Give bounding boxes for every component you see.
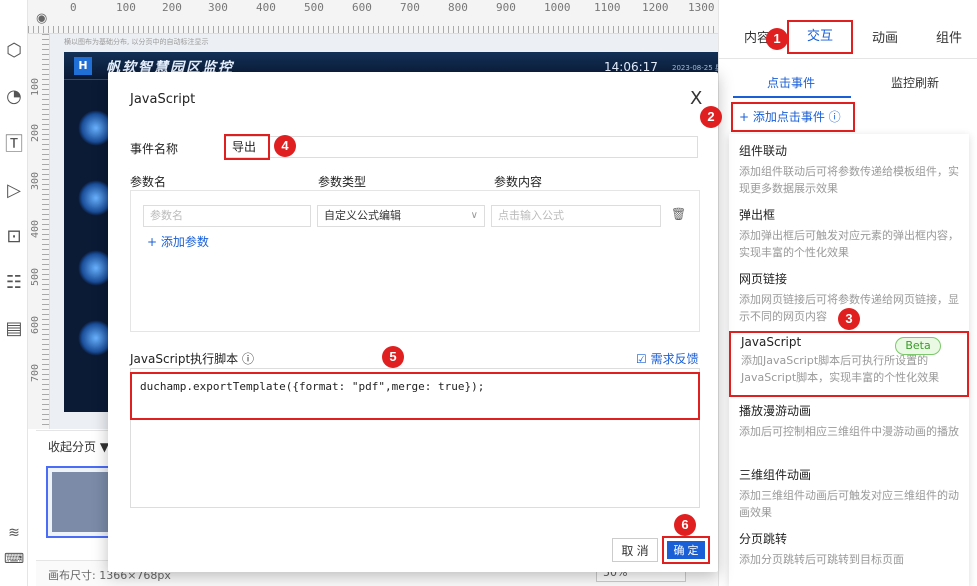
- step-marker-1: 1: [766, 28, 788, 50]
- keyboard-icon[interactable]: ⌨: [3, 548, 25, 570]
- collapse-pages-toggle[interactable]: 收起分页 ▼: [48, 438, 109, 455]
- menu-item-component-linkage[interactable]: 组件联动 添加组件联动后可将参数传递给模板组件，实现更多数据展示效果: [729, 142, 969, 197]
- param-content-input[interactable]: 点击输入公式: [491, 205, 661, 227]
- chevron-down-icon: ∨: [470, 210, 478, 221]
- inbox-icon[interactable]: ⊡: [3, 226, 25, 248]
- tab-interaction[interactable]: 交互: [787, 20, 853, 54]
- chart-pie-icon[interactable]: ◔: [3, 86, 25, 108]
- ruler-label: 800: [448, 1, 468, 14]
- event-type-menu: 组件联动 添加组件联动后可将参数传递给模板组件，实现更多数据展示效果 弹出框 添…: [729, 134, 969, 586]
- menu-item-desc: 添加后可控制相应三维组件中漫游动画的播放: [739, 425, 959, 438]
- ruler-label: 0: [70, 1, 77, 14]
- col-param-name: 参数名: [130, 175, 167, 189]
- ruler-label: 200: [30, 123, 41, 142]
- ruler-label: 300: [208, 1, 228, 14]
- params-table: 参数名 自定义公式编辑 ∨ 点击输入公式 🗑 + 添加参数: [130, 190, 700, 332]
- subtab-click-event[interactable]: 点击事件: [767, 74, 815, 91]
- menu-item-title: 分页跳转: [739, 532, 788, 546]
- menu-item-page-jump[interactable]: 分页跳转 添加分页跳转后可跳转到目标页面: [729, 530, 969, 568]
- ruler-label: 700: [400, 1, 420, 14]
- param-name-input[interactable]: 参数名: [143, 205, 311, 227]
- beta-badge: Beta: [895, 337, 941, 355]
- dashboard-logo: H: [74, 57, 92, 75]
- menu-item-title: 三维组件动画: [739, 468, 812, 482]
- step-marker-2: 2: [700, 106, 722, 128]
- text-icon[interactable]: 🅃: [3, 134, 25, 156]
- trash-icon[interactable]: 🗑: [671, 207, 686, 221]
- ruler-label: 300: [30, 171, 41, 190]
- cube-icon[interactable]: ⬡: [3, 40, 25, 62]
- param-type-value: 自定义公式编辑: [324, 209, 401, 222]
- left-toolbar: ⬡ ◔ 🅃 ▷ ⊡ ☷ ▤ ≋ ⌨: [0, 0, 28, 586]
- ruler-label: 1300: [688, 1, 715, 14]
- ruler-label: 600: [352, 1, 372, 14]
- menu-item-3d-animation[interactable]: 三维组件动画 添加三维组件动画后可触发对应三维组件的动画效果: [729, 466, 969, 521]
- ruler-label: 900: [496, 1, 516, 14]
- ruler-label: 500: [30, 267, 41, 286]
- step-marker-5: 5: [382, 346, 404, 368]
- ok-button[interactable]: 确 定: [667, 541, 705, 559]
- ruler-label: 400: [30, 219, 41, 238]
- add-param-button[interactable]: + 添加参数: [147, 233, 209, 250]
- table-icon[interactable]: ☷: [3, 272, 25, 294]
- tab-animation[interactable]: 动画: [855, 24, 915, 54]
- menu-item-roaming-animation[interactable]: 播放漫游动画 添加后可控制相应三维组件中漫游动画的播放: [729, 402, 969, 440]
- event-name-value[interactable]: 导出: [224, 134, 270, 160]
- ruler-label: 200: [162, 1, 182, 14]
- js-script-label: JavaScript执行脚本 ⓘ: [130, 352, 254, 366]
- tab-divider: [719, 58, 977, 59]
- close-icon[interactable]: X: [690, 88, 702, 109]
- ok-button-highlight: 确 定: [662, 536, 710, 564]
- menu-item-title: 组件联动: [739, 144, 788, 158]
- menu-item-desc: 添加三维组件动画后可触发对应三维组件的动画效果: [739, 489, 959, 519]
- archive-icon[interactable]: ▤: [3, 318, 25, 340]
- eye-icon[interactable]: ◉: [36, 11, 47, 26]
- col-param-type: 参数类型: [318, 175, 367, 189]
- ruler-ticks: [28, 26, 718, 33]
- ruler-label: 1000: [544, 1, 571, 14]
- layers-icon[interactable]: ≋: [3, 522, 25, 544]
- video-icon[interactable]: ▷: [3, 180, 25, 202]
- ruler-horizontal: 0 100 200 300 400 500 600 700 800 900 10…: [28, 0, 718, 34]
- dialog-title: JavaScript: [130, 92, 196, 107]
- menu-item-desc: 添加弹出框后可触发对应元素的弹出框内容，实现丰富的个性化效果: [739, 229, 959, 259]
- step-marker-4: 4: [274, 135, 296, 157]
- ruler-label: 100: [116, 1, 136, 14]
- ruler-label: 1100: [594, 1, 621, 14]
- param-type-select[interactable]: 自定义公式编辑 ∨: [317, 205, 485, 227]
- step-marker-3: 3: [838, 308, 860, 330]
- js-code-content[interactable]: duchamp.exportTemplate({format: "pdf",me…: [130, 372, 700, 420]
- ruler-label: 600: [30, 315, 41, 334]
- page-thumbnail-preview: [52, 472, 112, 532]
- menu-item-popup[interactable]: 弹出框 添加弹出框后可触发对应元素的弹出框内容，实现丰富的个性化效果: [729, 206, 969, 261]
- ruler-vertical: 100 200 300 400 500 600 700: [28, 34, 50, 429]
- menu-item-title: 播放漫游动画: [739, 404, 812, 418]
- subtab-underline: [733, 96, 851, 98]
- javascript-dialog: JavaScript X 事件名称 导出 参数名 参数类型 参数内容 参数名 自…: [108, 72, 718, 572]
- subtab-monitor-refresh[interactable]: 监控刷新: [891, 74, 939, 91]
- feedback-link[interactable]: ☑ 需求反馈: [636, 350, 699, 367]
- menu-item-title: 弹出框: [739, 208, 776, 222]
- ruler-label: 500: [304, 1, 324, 14]
- ruler-label: 400: [256, 1, 276, 14]
- menu-item-desc: 添加JavaScript脚本后可执行所设置的JavaScript脚本，实现丰富的…: [741, 354, 940, 384]
- menu-item-javascript[interactable]: JavaScript Beta 添加JavaScript脚本后可执行所设置的Ja…: [729, 331, 969, 397]
- menu-item-desc: 添加分页跳转后可跳转到目标页面: [739, 553, 904, 566]
- menu-item-desc: 添加组件联动后可将参数传递给模板组件，实现更多数据展示效果: [739, 165, 959, 195]
- right-panel: 内容 交互 动画 组件 点击事件 监控刷新 + 添加点击事件 ⓘ 组件联动 添加…: [718, 0, 977, 586]
- col-param-content: 参数内容: [494, 175, 543, 189]
- tab-components[interactable]: 组件: [919, 24, 977, 54]
- ruler-label: 100: [30, 77, 41, 96]
- ruler-label: 700: [30, 363, 41, 382]
- add-click-event-button[interactable]: + 添加点击事件 ⓘ: [731, 102, 855, 132]
- ruler-ticks: [42, 34, 49, 429]
- cancel-button[interactable]: 取 消: [612, 538, 658, 562]
- ruler-label: 1200: [642, 1, 669, 14]
- ruler-note: 横以图布为基础分布, 以分页中的自动标注显示: [64, 38, 209, 46]
- menu-item-title: 网页链接: [739, 272, 788, 286]
- event-name-label: 事件名称: [130, 142, 179, 156]
- step-marker-6: 6: [674, 514, 696, 536]
